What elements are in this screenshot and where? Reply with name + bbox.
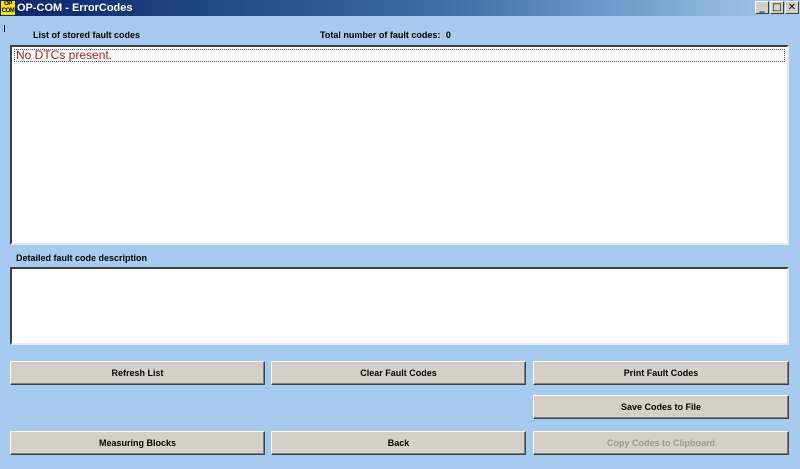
- fault-code-list-item[interactable]: No DTCs present.: [14, 49, 785, 62]
- total-fault-codes-value: 0: [445, 30, 451, 40]
- opcom-app-icon: OP COM: [1, 1, 15, 15]
- title-bar: OP COM OP-COM - ErrorCodes _ □ ✕: [0, 0, 800, 16]
- total-fault-codes-label: Total number of fault codes:: [320, 30, 441, 40]
- maximize-button[interactable]: □: [770, 1, 784, 14]
- clear-fault-codes-button[interactable]: Clear Fault Codes: [271, 361, 526, 385]
- window-title: OP-COM - ErrorCodes: [17, 2, 133, 14]
- measuring-blocks-button[interactable]: Measuring Blocks: [10, 431, 265, 455]
- refresh-list-button[interactable]: Refresh List: [10, 361, 265, 385]
- app-icon-text-top: OP: [4, 1, 12, 7]
- close-icon: ✕: [787, 2, 797, 13]
- print-fault-codes-button[interactable]: Print Fault Codes: [533, 361, 789, 385]
- fault-code-list[interactable]: No DTCs present.: [10, 45, 789, 245]
- close-button[interactable]: ✕: [785, 1, 799, 14]
- text-cursor-mark: [4, 25, 5, 32]
- back-button[interactable]: Back: [271, 431, 526, 455]
- total-fault-codes: Total number of fault codes: 0: [320, 30, 451, 40]
- maximize-icon: □: [772, 2, 782, 13]
- fault-description-box[interactable]: [10, 267, 789, 345]
- description-label: Detailed fault code description: [16, 253, 148, 263]
- copy-codes-to-clipboard-button[interactable]: Copy Codes to Clipboard: [533, 431, 789, 455]
- fault-list-label: List of stored fault codes: [33, 30, 141, 40]
- minimize-icon: _: [759, 2, 765, 13]
- save-codes-to-file-button[interactable]: Save Codes to File: [533, 395, 789, 419]
- app-icon-text-bottom: COM: [1, 8, 15, 14]
- minimize-button[interactable]: _: [755, 1, 769, 14]
